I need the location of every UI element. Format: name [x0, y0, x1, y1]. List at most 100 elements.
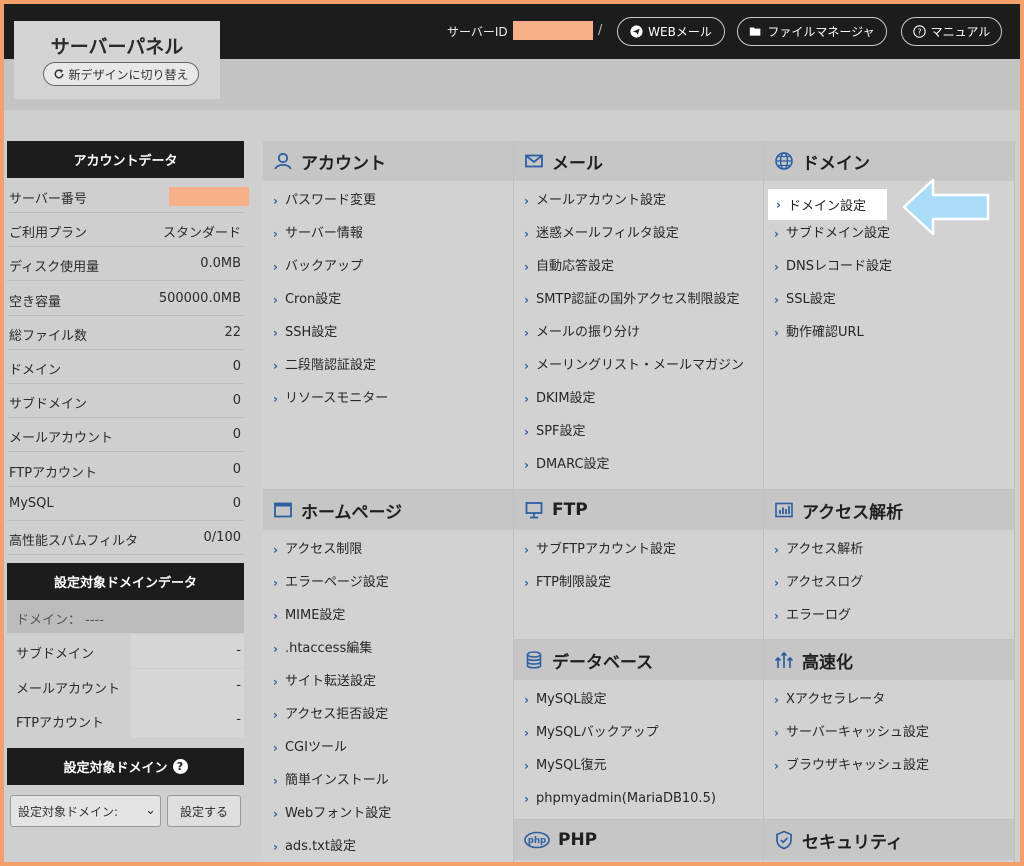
account-data-row: 高性能スパムフィルタ 0/100	[7, 521, 244, 555]
target-domain-row: ドメイン： ----	[7, 600, 244, 634]
account-data-row: MySQL 0	[7, 487, 244, 521]
target-domain-data-value: -	[236, 677, 241, 693]
manual-button[interactable]: ? マニュアル	[901, 17, 1002, 46]
menu-link[interactable]: › アクセス制限	[273, 542, 391, 575]
menu-link[interactable]: › バックアップ	[273, 259, 388, 292]
target-domain-data-heading: 設定対象ドメインデータ	[7, 563, 244, 600]
menu-link[interactable]: › SPF設定	[524, 424, 744, 457]
account-data-key: メールアカウント	[9, 431, 114, 447]
menu-link[interactable]: › サーバー情報	[273, 226, 388, 259]
menu-link[interactable]: › SMTP認証の国外アクセス制限設定	[524, 292, 744, 325]
chevron-right-icon: ›	[774, 326, 779, 340]
chevron-right-icon: ›	[524, 293, 529, 307]
folder-icon	[750, 27, 761, 36]
menu-link[interactable]: › 自動応答設定	[524, 259, 744, 292]
menu-link[interactable]: › アクセス拒否設定	[273, 707, 391, 740]
menu-link[interactable]: › エラーページ設定	[273, 575, 391, 608]
menu-link[interactable]: › メールアカウント設定	[524, 193, 744, 226]
account-data-row: メールアカウント 0	[7, 418, 244, 453]
menu-link[interactable]: › SSL設定	[774, 292, 892, 325]
menu-link-label: phpmyadmin(MariaDB10.5)	[535, 791, 716, 806]
section-security-title: セキュリティ	[802, 832, 903, 853]
target-domain-value-cell	[131, 703, 244, 737]
account-data-key: 総ファイル数	[9, 328, 88, 344]
section-database-list: › MySQL設定 › MySQLバックアップ › MySQL復元 › phpmyadmin(…	[524, 692, 716, 824]
menu-link[interactable]: › サイト転送設定	[273, 674, 391, 707]
chevron-right-icon: ›	[524, 576, 529, 590]
menu-link[interactable]: › SSH設定	[273, 325, 388, 358]
menu-link[interactable]: › DKIM設定	[524, 391, 744, 424]
menu-link-label: サブドメイン設定	[785, 226, 890, 241]
menu-link[interactable]: › アクセス解析	[774, 542, 863, 575]
menu-link[interactable]: › MySQL復元	[524, 758, 716, 791]
menu-link[interactable]: › サブFTPアカウント設定	[524, 542, 676, 575]
menu-link[interactable]: › サーバーキャッシュ設定	[774, 725, 929, 758]
chevron-right-icon: ›	[273, 774, 278, 788]
menu-link[interactable]: › 動作確認URL	[774, 325, 892, 358]
menu-link[interactable]: › メーリングリスト・メールマガジン	[524, 358, 744, 391]
menu-link-label: MIME設定	[284, 608, 346, 623]
section-domain-header: ドメイン	[764, 141, 1014, 181]
menu-link[interactable]: › パスワード変更	[273, 193, 388, 226]
menu-link[interactable]: › 迷惑メールフィルタ設定	[524, 226, 744, 259]
separator: /	[598, 23, 603, 38]
account-data-key: MySQL	[9, 495, 54, 511]
menu-link-label: 自動応答設定	[535, 259, 614, 274]
panel-title: サーバーパネル	[50, 36, 184, 58]
section-access-header: アクセス解析	[764, 490, 1014, 530]
menu-link[interactable]: › CGIツール	[273, 740, 391, 773]
webmail-button[interactable]: WEBメール	[617, 17, 725, 46]
menu-link[interactable]: › アクセスログ	[774, 575, 863, 608]
menu-link[interactable]: › .htaccess編集	[273, 641, 391, 674]
menu-link-label: 迷惑メールフィルタ設定	[535, 226, 679, 241]
switch-design-button[interactable]: 新デザインに切り替え	[43, 62, 199, 86]
chevron-right-icon: ›	[273, 609, 278, 623]
menu-link[interactable]: › エラーログ	[774, 608, 863, 641]
chevron-right-icon: ›	[524, 227, 529, 241]
menu-link[interactable]: › ads.txt設定	[273, 839, 391, 862]
speed-icon	[774, 651, 794, 668]
menu-link[interactable]: › DMARC設定	[524, 457, 744, 490]
set-target-domain-heading: 設定対象ドメイン ?	[7, 748, 244, 785]
menu-link-label: DMARC設定	[535, 457, 610, 472]
refresh-icon	[55, 69, 64, 79]
chevron-right-icon: ›	[273, 675, 278, 689]
account-data-value: 0	[232, 461, 241, 477]
account-data-row: 総ファイル数 22	[7, 316, 244, 350]
help-icon[interactable]: ?	[172, 759, 188, 774]
menu-link-label: 二段階認証設定	[284, 358, 376, 373]
menu-link[interactable]: › サブドメイン設定	[774, 226, 892, 259]
menu-link[interactable]: › メールの振り分け	[524, 325, 744, 358]
account-data-row: ドメイン 0	[7, 350, 244, 384]
menu-link[interactable]: › MIME設定	[273, 608, 391, 641]
set-domain-button[interactable]: 設定する	[167, 795, 241, 827]
menu-link[interactable]: › MySQL設定	[524, 692, 716, 725]
menu-link[interactable]: › MySQLバックアップ	[524, 725, 716, 758]
menu-link-label: Xアクセラレータ	[785, 692, 886, 707]
menu-link[interactable]: › 二段階認証設定	[273, 358, 388, 391]
section-homepage: ホームページ › アクセス制限 › エラーページ設定 › MIME設定 › .htaccess…	[263, 490, 514, 862]
chevron-right-icon: ›	[774, 726, 779, 740]
chevron-right-icon: ›	[774, 227, 779, 241]
menu-link[interactable]: › Xアクセラレータ	[774, 692, 929, 725]
switch-design-label: 新デザインに切り替え	[68, 67, 189, 82]
target-domain-select[interactable]: 設定対象ドメイン: ⌄	[10, 795, 161, 827]
database-icon	[526, 651, 542, 669]
menu-link[interactable]: › ブラウザキャッシュ設定	[774, 758, 929, 791]
menu-link[interactable]: › 簡単インストール	[273, 773, 391, 806]
menu-link[interactable]: › DNSレコード設定	[774, 259, 892, 292]
menu-grid: アカウント › パスワード変更 › サーバー情報 › バックアップ › Cron設定 › SSH設…	[263, 141, 1015, 862]
menu-link[interactable]: › リソースモニター	[273, 391, 388, 424]
menu-link[interactable]: › Webフォント設定	[273, 806, 391, 839]
domain-settings-link[interactable]: › ドメイン設定	[768, 189, 887, 220]
account-data-value: 0	[232, 495, 241, 511]
menu-link[interactable]: › Cron設定	[273, 292, 388, 325]
chevron-right-icon: ›	[524, 392, 529, 406]
section-access-list: › アクセス解析 › アクセスログ › エラーログ	[774, 542, 863, 641]
menu-link[interactable]: › FTP制限設定	[524, 575, 676, 608]
filemanager-button[interactable]: ファイルマネージャ	[737, 17, 887, 46]
menu-link-label: リソースモニター	[284, 391, 389, 406]
section-mail: メール › メールアカウント設定 › 迷惑メールフィルタ設定 › 自動応答設定 › SMTP認…	[514, 141, 764, 490]
menu-link-label: SMTP認証の国外アクセス制限設定	[535, 292, 740, 307]
section-database: データベース › MySQL設定 › MySQLバックアップ › MySQL復元 › phpm…	[514, 640, 764, 820]
